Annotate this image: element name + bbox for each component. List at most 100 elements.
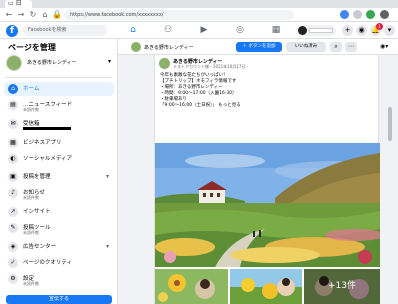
inbox-icon: ✉ <box>8 119 18 129</box>
post-thumbnail[interactable] <box>155 269 228 304</box>
sidebar-item-settings[interactable]: ⚙ 設定 未読件数 <box>4 272 114 289</box>
ads-icon: ◈ <box>8 242 18 252</box>
sidebar-item-insights[interactable]: ↗ インサイト <box>4 205 114 219</box>
profile-icon[interactable] <box>366 10 375 19</box>
page-selector[interactable]: あきる野市レンディー ▾ <box>6 54 114 72</box>
redacted-text <box>23 127 71 130</box>
scrollbar[interactable] <box>388 55 392 304</box>
sidebar-item-feed[interactable]: ▤ …ニュースフィード 未読件数 <box>4 98 114 115</box>
main-content: あきる野市レンディー ＋ ボタンを追加 いいね済み ⌕ ⋯ ◉▾ あきる野市レン… <box>118 39 398 304</box>
post-text-line: 「9:00〜16:00（土日祝）」 もっと見る <box>160 103 241 108</box>
home-icon[interactable]: ⌂ <box>40 10 50 20</box>
facebook-logo-icon[interactable]: f <box>6 25 18 37</box>
sidebar-item-label: インサイト <box>23 209 51 215</box>
sidebar-item-inbox[interactable]: ✉ 受信箱 <box>4 117 114 134</box>
sidebar-title: ページを管理 <box>8 43 56 52</box>
chevron-down-icon: ▾ <box>106 173 110 180</box>
more-icon[interactable]: ⋯ <box>345 42 357 52</box>
avatar <box>298 26 307 35</box>
sidebar-item-sub: 未読件数 <box>23 195 39 200</box>
sidebar-item-sub: 未読件数 <box>23 230 39 235</box>
watch-nav-icon[interactable]: ▶ <box>198 25 210 36</box>
messenger-icon[interactable]: ◉ <box>356 25 367 36</box>
home-nav-icon[interactable]: ⌂ <box>127 25 139 36</box>
promote-button[interactable]: 宣伝する <box>6 295 112 304</box>
post-author-avatar <box>159 58 170 69</box>
sidebar-item-business-apps[interactable]: ▦ ビジネスアプリ <box>4 136 114 150</box>
facebook-top-bar: f Facebookを検索 ⌂ ⚇ ▶ ◎ ▦ + ◉ 🔔 1 ▾ <box>0 22 398 39</box>
browser-tab-strip: ▭ 日 <box>0 0 398 8</box>
sidebar-item-label: 投稿を管理 <box>23 174 51 180</box>
page-header-bar: あきる野市レンディー ＋ ボタンを追加 いいね済み ⌕ ⋯ ◉▾ <box>118 39 398 55</box>
account-chip[interactable] <box>296 25 336 36</box>
browser-window: ▭ 日 ← → ↻ ⌂ 🔒 https://www.facebook.com/x… <box>0 0 398 304</box>
extension-icon[interactable] <box>340 10 349 19</box>
menu-icon[interactable] <box>380 10 389 19</box>
page-management-sidebar: ページを管理 あきる野市レンディー ▾ ⌂ ホーム ▤ …ニュースフィード 未読… <box>0 39 118 304</box>
sidebar-item-label: ソーシャルメディア <box>23 156 73 162</box>
page-avatar <box>6 55 22 71</box>
post-thumbnail[interactable] <box>230 269 302 304</box>
create-icon[interactable]: + <box>342 25 353 36</box>
friends-nav-icon[interactable]: ⚇ <box>162 25 174 36</box>
post-photo-thumbnails: +13件 <box>155 269 380 304</box>
divider <box>6 77 112 78</box>
page-avatar <box>131 42 141 52</box>
social-icon: ◐ <box>8 154 18 164</box>
manage-icon: ▣ <box>8 172 18 182</box>
scrollbar-thumb[interactable] <box>388 107 392 141</box>
sidebar-item-notifications[interactable]: ♪ お知らせ 未読件数 <box>4 186 114 203</box>
sidebar-item-label: ビジネスアプリ <box>23 140 62 146</box>
sidebar-item-home[interactable]: ⌂ ホーム <box>4 82 114 96</box>
post-card: あきる野市レンディー テストアカウント様・2021年10月17日・ 今年も素敵な… <box>154 55 380 304</box>
post-thumbnail-more[interactable]: +13件 <box>304 269 380 304</box>
settings-icon: ⚙ <box>8 274 18 284</box>
post-text: 今年も素敵な花たちがいっぱい！ 【プチトリップ】ネモフィラ情報です ・場所：あき… <box>160 73 320 109</box>
landscape-photo <box>155 143 380 267</box>
feed-icon: ▤ <box>8 100 18 110</box>
browser-tab[interactable]: ▭ 日 <box>5 0 32 8</box>
page-switch-icon[interactable]: ◉▾ <box>380 42 396 52</box>
sidebar-item-quality[interactable]: ✓ ページのクオリティ <box>4 256 114 270</box>
sidebar-item-label: 受信箱 <box>23 121 40 127</box>
more-photos-count: +13件 <box>304 269 380 304</box>
sidebar-item-tools[interactable]: ✎ 投稿ツール 未読件数 <box>4 221 114 238</box>
star-icon[interactable] <box>353 10 362 19</box>
account-menu-icon[interactable]: ▾ <box>384 25 395 36</box>
back-icon[interactable]: ← <box>4 10 14 20</box>
sidebar-item-label: ページのクオリティ <box>23 260 73 266</box>
gaming-nav-icon[interactable]: ▦ <box>270 25 282 36</box>
post-main-photo[interactable] <box>155 143 380 267</box>
account-name-redacted <box>309 28 333 33</box>
apps-icon: ▦ <box>8 138 18 148</box>
sidebar-item-manage-posts[interactable]: ▣ 投稿を管理 ▾ <box>4 170 114 184</box>
search-icon[interactable]: ⌕ <box>330 42 342 52</box>
notification-badge: 1 <box>376 23 383 30</box>
groups-nav-icon[interactable]: ◎ <box>234 25 246 36</box>
flower-photo <box>230 269 302 304</box>
lock-icon: 🔒 <box>52 10 62 19</box>
browser-toolbar: ← → ↻ ⌂ 🔒 https://www.facebook.com/xxxxx… <box>0 8 398 22</box>
quality-icon: ✓ <box>8 258 18 268</box>
bell-icon: ♪ <box>8 188 18 198</box>
chevron-down-icon: ▾ <box>108 58 112 65</box>
flower-photo <box>155 269 228 304</box>
sidebar-item-label: ホーム <box>23 86 40 92</box>
page-name: あきる野市レンディー <box>144 45 194 51</box>
add-button-button[interactable]: ＋ ボタンを追加 <box>236 42 282 52</box>
chevron-down-icon: ▾ <box>106 243 110 250</box>
sidebar-item-ad-center[interactable]: ◈ 広告センター ▾ <box>4 240 114 254</box>
facebook-search-input[interactable]: Facebookを検索 <box>23 25 107 36</box>
insights-icon: ↗ <box>8 207 18 217</box>
forward-icon[interactable]: → <box>16 10 26 20</box>
reload-icon[interactable]: ↻ <box>28 10 38 20</box>
post-meta: テストアカウント様・2021年10月17日・ <box>173 64 250 69</box>
sidebar-item-social[interactable]: ◐ ソーシャルメディア <box>4 152 114 166</box>
sidebar-item-sub: 未読件数 <box>23 107 39 112</box>
sidebar-item-sub: 未読件数 <box>23 281 39 286</box>
address-bar[interactable]: https://www.facebook.com/xxxxxxxx/ <box>64 10 294 20</box>
liked-button[interactable]: いいね済み <box>286 42 326 52</box>
sidebar-item-label: 広告センター <box>23 244 57 250</box>
page-name: あきる野市レンディー <box>27 60 77 66</box>
tools-icon: ✎ <box>8 223 18 233</box>
